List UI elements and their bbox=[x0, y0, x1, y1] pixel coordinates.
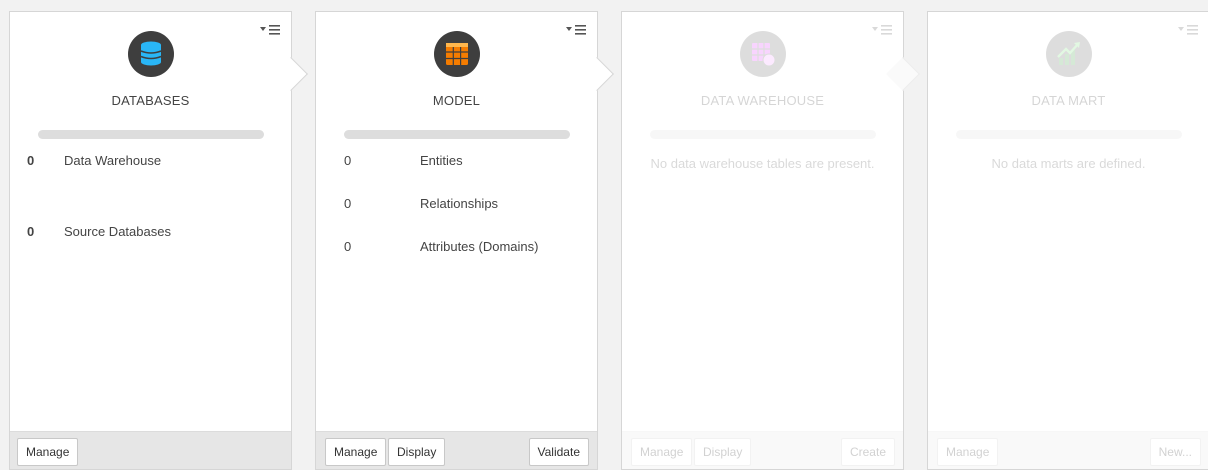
stat-count: 0 bbox=[27, 224, 35, 239]
progress-bar bbox=[344, 130, 570, 139]
dropdown-list-icon[interactable] bbox=[260, 24, 280, 36]
card-title: DATA WAREHOUSE bbox=[700, 93, 825, 108]
dropdown-list-icon[interactable] bbox=[1178, 24, 1198, 36]
stat-count: 0 bbox=[344, 196, 352, 211]
stat-data-warehouse: 0 Data Warehouse bbox=[10, 153, 291, 171]
databases-card-content: DATABASES 0 Data Warehouse 0 Source Data… bbox=[10, 12, 291, 469]
manage-button[interactable]: Manage bbox=[937, 438, 999, 466]
table-grid-icon bbox=[433, 31, 480, 77]
manage-button[interactable]: Manage bbox=[325, 438, 387, 466]
progress-bar bbox=[956, 130, 1182, 139]
stat-count: 0 bbox=[27, 153, 35, 168]
dropdown-list-icon[interactable] bbox=[566, 24, 586, 36]
new-button[interactable]: New... bbox=[1149, 438, 1201, 466]
stat-label: Attributes (Domains) bbox=[420, 239, 539, 254]
validate-button[interactable]: Validate bbox=[528, 438, 589, 466]
data-warehouse-card-content: DATA WAREHOUSE No data warehouse tables … bbox=[622, 12, 903, 469]
stat-entities: 0 Entities bbox=[316, 153, 597, 171]
manage-button[interactable]: Manage bbox=[17, 438, 79, 466]
card-footer: Manage New... bbox=[928, 431, 1208, 469]
card-title: MODEL bbox=[432, 93, 481, 108]
stat-source-databases: 0 Source Databases bbox=[10, 224, 291, 242]
stat-count: 0 bbox=[344, 239, 352, 254]
chart-growth-icon bbox=[1045, 31, 1092, 77]
progress-bar bbox=[38, 130, 264, 139]
progress-bar bbox=[650, 130, 876, 139]
stat-label: Relationships bbox=[420, 196, 499, 211]
dropdown-list-icon[interactable] bbox=[872, 24, 892, 36]
stat-relationships: 0 Relationships bbox=[316, 196, 597, 214]
warehouse-table-icon bbox=[739, 31, 786, 77]
stat-label: Source Databases bbox=[64, 224, 171, 239]
display-button[interactable]: Display bbox=[388, 438, 446, 466]
data-mart-card: DATA MART No data marts are defined. Man… bbox=[927, 11, 1208, 470]
stat-attributes: 0 Attributes (Domains) bbox=[316, 239, 597, 257]
model-card-content: MODEL 0 Entities 0 Relationships 0 Attri… bbox=[316, 12, 597, 469]
create-button[interactable]: Create bbox=[840, 438, 895, 466]
card-title: DATABASES bbox=[111, 93, 190, 108]
stat-label: Data Warehouse bbox=[64, 153, 162, 168]
card-footer: Manage Display Validate bbox=[316, 431, 597, 469]
model-card: MODEL 0 Entities 0 Relationships 0 Attri… bbox=[315, 11, 614, 470]
manage-button[interactable]: Manage bbox=[631, 438, 693, 466]
data-warehouse-card: DATA WAREHOUSE No data warehouse tables … bbox=[621, 11, 920, 470]
empty-message: No data warehouse tables are present. bbox=[650, 156, 875, 171]
stat-count: 0 bbox=[344, 153, 352, 168]
display-button[interactable]: Display bbox=[694, 438, 752, 466]
databases-card: DATABASES 0 Data Warehouse 0 Source Data… bbox=[9, 11, 308, 470]
data-mart-card-content: DATA MART No data marts are defined. Man… bbox=[928, 12, 1208, 469]
database-icon bbox=[127, 31, 174, 77]
stat-label: Entities bbox=[420, 153, 463, 168]
card-footer: Manage bbox=[10, 431, 291, 469]
card-title: DATA MART bbox=[1031, 93, 1106, 108]
empty-message: No data marts are defined. bbox=[991, 156, 1146, 171]
card-footer: Manage Display Create bbox=[622, 431, 903, 469]
